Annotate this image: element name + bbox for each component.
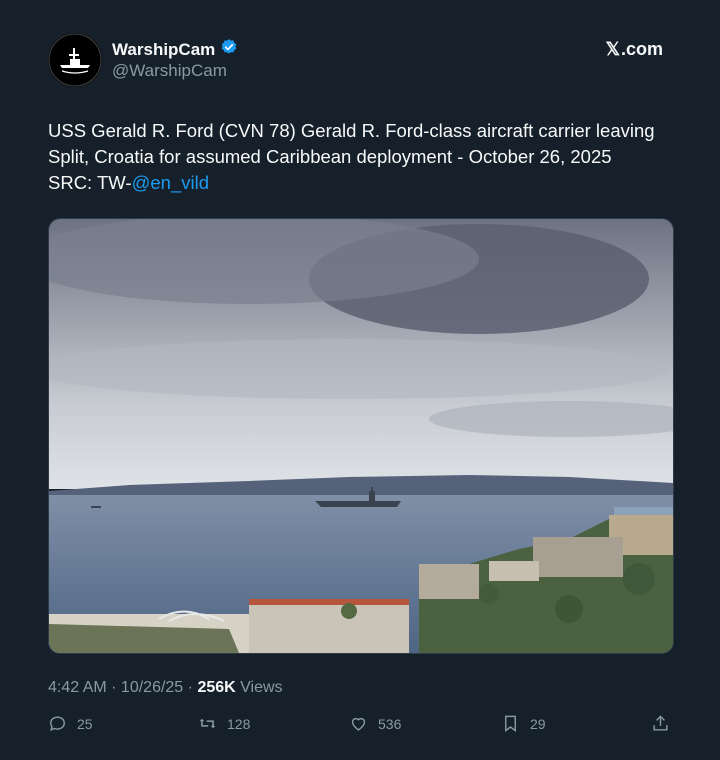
reply-count: 25 xyxy=(77,715,93,732)
post-text: USS Gerald R. Ford (CVN 78) Gerald R. Fo… xyxy=(48,118,688,196)
post-time[interactable]: 4:42 AM xyxy=(48,679,107,696)
author-name-row[interactable]: WarshipCam xyxy=(112,38,238,61)
author-handle[interactable]: @WarshipCam xyxy=(112,61,227,81)
post-meta: 4:42 AM · 10/26/25 · 256K Views xyxy=(48,679,283,697)
source-prefix: SRC: TW- xyxy=(48,172,132,193)
source-link[interactable]: @en_vild xyxy=(132,172,209,193)
post-card: WarshipCam @WarshipCam 𝕏 .com USS Gerald … xyxy=(0,0,720,760)
author-name[interactable]: WarshipCam xyxy=(112,40,215,60)
post-source-line: SRC: TW-@en_vild xyxy=(48,170,688,196)
share-icon xyxy=(653,715,668,731)
views-count: 256K xyxy=(197,679,236,696)
like-button[interactable]: 536 xyxy=(349,714,401,733)
bookmark-icon xyxy=(505,715,516,733)
like-count: 536 xyxy=(378,715,402,732)
x-logo-icon: 𝕏 xyxy=(605,39,620,59)
avatar[interactable] xyxy=(48,33,102,87)
views-label: Views xyxy=(240,679,283,696)
post-date[interactable]: 10/26/25 xyxy=(121,679,183,696)
repost-count: 128 xyxy=(227,715,251,732)
like-icon xyxy=(351,717,366,731)
share-button[interactable] xyxy=(651,714,670,733)
post-text-main: USS Gerald R. Ford (CVN 78) Gerald R. Fo… xyxy=(48,120,655,167)
repost-button[interactable]: 128 xyxy=(198,714,250,733)
action-bar: 25 128 536 29 xyxy=(48,714,672,738)
meta-separator-2: · xyxy=(187,679,198,696)
post-photo[interactable] xyxy=(48,218,674,654)
meta-separator: · xyxy=(106,679,121,696)
verified-badge-icon xyxy=(220,38,238,61)
reply-icon xyxy=(50,716,65,732)
x-com-link[interactable]: 𝕏 .com xyxy=(605,39,663,60)
x-domain-label: .com xyxy=(620,39,663,59)
bookmark-count: 29 xyxy=(530,715,546,732)
bookmark-button[interactable]: 29 xyxy=(501,714,546,733)
reply-button[interactable]: 25 xyxy=(48,714,93,733)
repost-icon xyxy=(199,718,216,729)
